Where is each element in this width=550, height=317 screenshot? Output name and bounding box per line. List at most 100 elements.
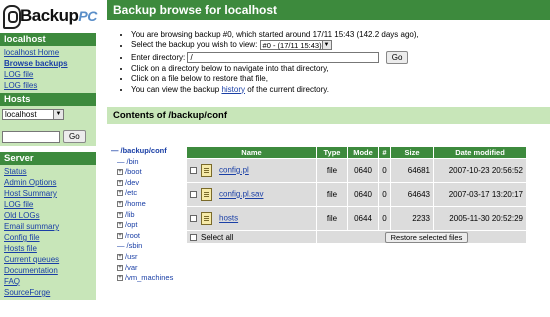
sidebar-link-sourceforge[interactable]: SourceForge <box>0 287 96 298</box>
tree-dash-icon: — <box>117 241 125 251</box>
tree-node[interactable]: —/sbin <box>111 241 187 252</box>
history-text-post: of the current directory. <box>247 84 329 94</box>
expand-icon[interactable]: + <box>117 222 123 229</box>
sidebar-link-faq[interactable]: FAQ <box>0 276 96 287</box>
file-link[interactable]: config.pl <box>219 166 249 175</box>
sidebar-link-email-summary[interactable]: Email summary <box>0 221 96 232</box>
expand-icon[interactable]: + <box>117 211 123 218</box>
cell-date: 2007-03-17 13:20:17 <box>434 183 526 206</box>
sidebar-link-old-logs[interactable]: Old LOGs <box>0 210 96 221</box>
backuppc-logo[interactable]: BackupPC <box>0 0 97 33</box>
info-line-directory: Enter directory: / Go <box>131 50 550 64</box>
sidebar-link-current-queues[interactable]: Current queues <box>0 254 96 265</box>
table-footer-row: Select all Restore selected files <box>187 231 526 243</box>
enter-directory-label: Enter directory: <box>131 52 186 62</box>
cell-size: 2233 <box>391 207 433 230</box>
row-checkbox[interactable] <box>190 215 197 222</box>
expand-icon[interactable]: + <box>117 200 123 207</box>
file-link[interactable]: hosts <box>219 214 238 223</box>
sidebar-link-admin-options[interactable]: Admin Options <box>0 177 96 188</box>
info-line-history: You can view the backup history of the c… <box>131 85 550 95</box>
select-backup-label: Select the backup you wish to view: <box>131 40 258 50</box>
tree-node[interactable]: +/dev <box>111 178 187 189</box>
expand-icon[interactable]: + <box>117 190 123 197</box>
select-all-checkbox[interactable] <box>190 233 197 241</box>
host-select-value: localhost <box>5 110 37 119</box>
tree-node[interactable]: +/boot <box>111 167 187 178</box>
tree-node[interactable]: +/vm_machines <box>111 273 187 284</box>
tree-node[interactable]: +/opt <box>111 220 187 231</box>
directory-input[interactable]: / <box>187 52 380 64</box>
col-date: Date modified <box>434 147 526 158</box>
cell-mode: 0640 <box>348 159 378 182</box>
expand-icon[interactable]: + <box>117 232 123 239</box>
sidebar-link-host-summary[interactable]: Host Summary <box>0 188 96 199</box>
host-links: localhost Home Browse backups LOG file L… <box>0 46 96 93</box>
expand-icon[interactable]: + <box>117 179 123 186</box>
expand-icon[interactable]: + <box>117 253 123 260</box>
restore-selected-button[interactable]: Restore selected files <box>384 231 469 243</box>
info-line-backup: You are browsing backup #0, which starte… <box>131 30 550 40</box>
sidebar-link-host-home[interactable]: localhost Home <box>0 47 96 58</box>
page-title: Backup browse for localhost <box>107 0 550 20</box>
file-icon <box>201 188 212 201</box>
host-search: Go <box>2 130 94 143</box>
sidebar-link-status[interactable]: Status <box>0 166 96 177</box>
file-link[interactable]: config.pl.sav <box>219 190 263 199</box>
info-line-restore: Click on a file below to restore that fi… <box>131 74 550 84</box>
tree-node[interactable]: +/usr <box>111 252 187 263</box>
backup-select[interactable]: #0 - (17/11 15:43) ▼ <box>259 40 332 51</box>
tree-node[interactable]: —/backup/conf <box>111 146 187 157</box>
row-checkbox[interactable] <box>190 191 197 198</box>
row-checkbox[interactable] <box>190 167 197 174</box>
sidebar-link-documentation[interactable]: Documentation <box>0 265 96 276</box>
cell-mode: 0640 <box>348 183 378 206</box>
select-all-label: Select all <box>201 232 234 242</box>
table-header-row: Name Type Mode # Size Date modified <box>187 147 526 158</box>
expand-icon[interactable]: + <box>117 169 123 176</box>
hosts-header: Hosts <box>0 93 96 106</box>
expand-icon[interactable]: + <box>117 275 123 282</box>
host-select[interactable]: localhost ▼ <box>2 109 64 120</box>
sidebar-link-log-file[interactable]: LOG file <box>0 69 96 80</box>
cell-type: file <box>317 207 347 230</box>
col-mode: Mode <box>348 147 378 158</box>
sidebar: BackupPC localhost localhost Home Browse… <box>0 0 97 317</box>
cell-size: 64681 <box>391 159 433 182</box>
table-row: config.pl.sav file 0640 0 64643 2007-03-… <box>187 183 526 206</box>
host-header: localhost <box>0 33 96 46</box>
file-table: Name Type Mode # Size Date modified conf… <box>186 146 527 244</box>
sidebar-link-browse-backups[interactable]: Browse backups <box>0 58 96 69</box>
sidebar-link-server-log-file[interactable]: LOG file <box>0 199 96 210</box>
info-line-navigate: Click on a directory below to navigate i… <box>131 64 550 74</box>
cell-date: 2005-11-30 20:52:29 <box>434 207 526 230</box>
directory-go-button[interactable]: Go <box>385 50 409 64</box>
tree-node[interactable]: +/var <box>111 263 187 274</box>
col-size: Size <box>391 147 433 158</box>
sidebar-link-hosts-file[interactable]: Hosts file <box>0 243 96 254</box>
history-link[interactable]: history <box>221 85 245 94</box>
tree-node[interactable]: —/bin <box>111 157 187 168</box>
sidebar-link-config-file[interactable]: Config file <box>0 232 96 243</box>
sidebar-link-log-files[interactable]: LOG files <box>0 80 96 91</box>
cell-type: file <box>317 183 347 206</box>
tree-node[interactable]: +/home <box>111 199 187 210</box>
main-content: Backup browse for localhost You are brow… <box>107 0 550 317</box>
table-row: hosts file 0644 0 2233 2005-11-30 20:52:… <box>187 207 526 230</box>
col-num: # <box>379 147 390 158</box>
logo-suffix: PC <box>78 8 97 24</box>
expand-icon[interactable]: + <box>117 264 123 271</box>
chevron-down-icon: ▼ <box>53 110 63 119</box>
cell-num: 0 <box>379 183 390 206</box>
host-search-input[interactable] <box>2 130 60 143</box>
cell-size: 64643 <box>391 183 433 206</box>
logo-icon <box>3 5 21 29</box>
server-links: Status Admin Options Host Summary LOG fi… <box>0 165 96 300</box>
tree-node[interactable]: +/lib <box>111 210 187 221</box>
host-go-button[interactable]: Go <box>63 130 86 143</box>
logo-text: Backup <box>20 6 79 25</box>
tree-node[interactable]: +/etc <box>111 188 187 199</box>
tree-node[interactable]: +/root <box>111 231 187 242</box>
chevron-down-icon: ▼ <box>321 41 331 50</box>
cell-num: 0 <box>379 207 390 230</box>
